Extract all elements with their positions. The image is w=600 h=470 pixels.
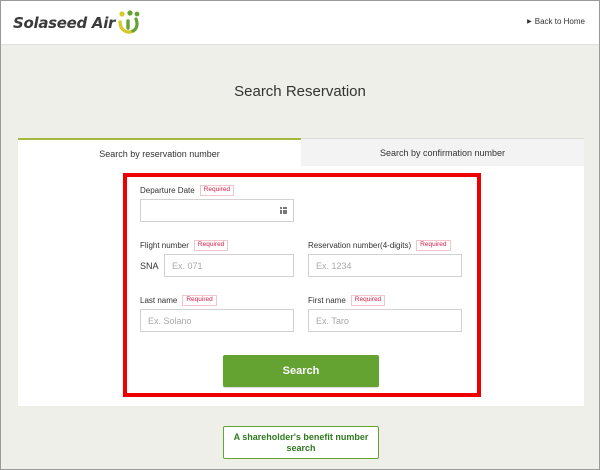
flight-number-input[interactable] [164,254,294,277]
required-badge: Required [416,240,451,251]
solaseed-logo-mark-icon [118,10,140,34]
last-name-label: Last name Required [140,295,217,306]
first-name-label-text: First name [308,295,346,305]
flight-number-label: Flight number Required [140,240,229,251]
browser-frame: Solaseed Air ▶ Back to Home Search Reser… [0,0,600,470]
back-to-home-label: Back to Home [534,17,585,26]
reservation-number-label: Reservation number(4-digits) Required [308,240,451,251]
departure-date-label-text: Departure Date [140,185,195,195]
reservation-number-label-text: Reservation number(4-digits) [308,240,412,250]
required-badge: Required [350,295,386,306]
flight-number-prefix: SNA [140,261,159,271]
flight-number-label-text: Flight number [140,240,189,250]
departure-date-label: Departure Date Required [140,185,235,196]
last-name-label-text: Last name [140,295,178,305]
required-badge: Required [193,240,229,251]
site-header: Solaseed Air ▶ Back to Home [1,1,599,45]
calendar-grid-icon[interactable] [280,207,287,214]
last-name-input[interactable] [140,309,294,332]
required-badge: Required [182,295,217,306]
page-title: Search Reservation [234,83,366,100]
caret-right-icon: ▶ [527,18,532,25]
departure-date-input[interactable] [140,199,294,222]
back-to-home-link[interactable]: ▶ Back to Home [527,17,585,26]
first-name-label: First name Required [308,295,386,306]
shareholder-benefit-search-button[interactable]: A shareholder's benefit number search [223,426,379,459]
tab-confirmation-number[interactable]: Search by confirmation number [301,138,584,167]
search-button[interactable]: Search [223,355,379,387]
tab-reservation-number[interactable]: Search by reservation number [18,138,301,167]
brand-name: Solaseed Air [13,14,116,32]
reservation-number-input[interactable] [308,254,462,277]
required-badge: Required [199,185,235,196]
brand-logo[interactable]: Solaseed Air [13,9,140,37]
first-name-input[interactable] [308,309,462,332]
search-tabs: Search by reservation number Search by c… [18,138,584,167]
